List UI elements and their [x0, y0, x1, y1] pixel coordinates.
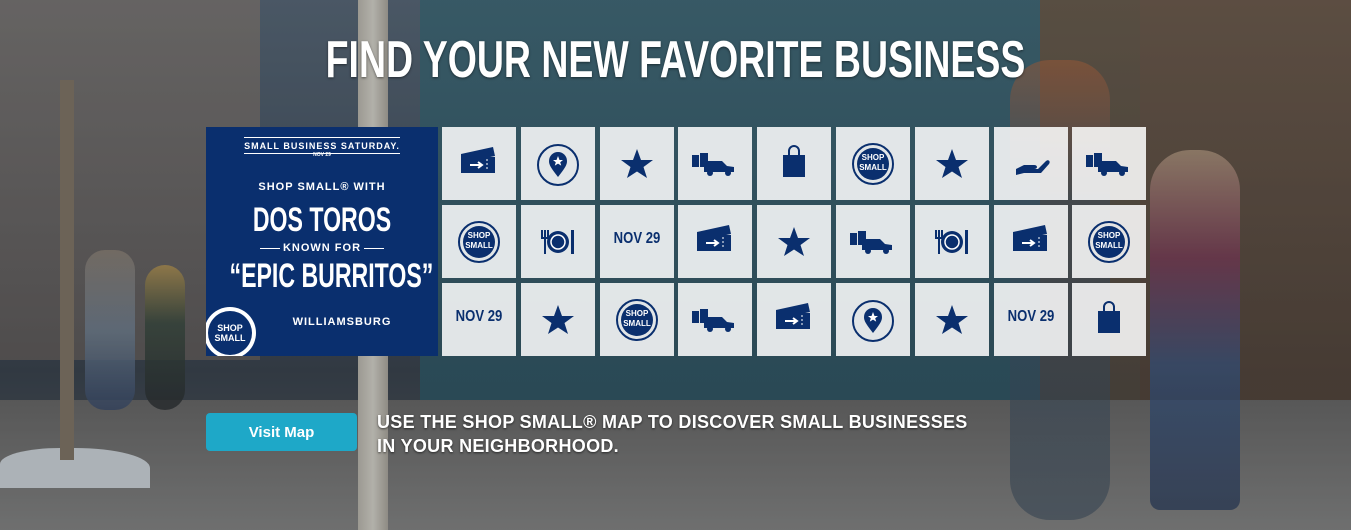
- luggage-car-tile: [1072, 127, 1146, 200]
- ticket-tile: [442, 127, 516, 200]
- star-tile: [915, 127, 989, 200]
- business-name: DOS TOROS: [252, 201, 392, 239]
- shop-small-tile: SHOP SMALL: [1072, 205, 1146, 278]
- shop-small-tagline: USE THE SHOP SMALL® MAP TO DISCOVER SMAL…: [377, 410, 1077, 458]
- star-tile: [600, 127, 674, 200]
- shopping-bag-tile: [1072, 283, 1146, 356]
- shop-small-tile: SHOP SMALL: [600, 283, 674, 356]
- shop-small-text: SMALL: [465, 241, 493, 250]
- shop-small-text: SMALL: [623, 319, 651, 328]
- shop-small-text: SHOP: [861, 153, 885, 162]
- tagline-line: USE THE SHOP SMALL® MAP TO DISCOVER SMAL…: [377, 412, 968, 432]
- tile-date-text: NOV 29: [613, 230, 661, 247]
- event-date: NOV 29: [313, 152, 331, 158]
- luggage-car-tile: [678, 283, 752, 356]
- dining-tile: [521, 205, 595, 278]
- tile-date-text: NOV 29: [455, 308, 503, 325]
- shop-small-line: SHOP SMALL® WITH: [258, 181, 386, 193]
- badge-text: SHOP: [217, 323, 243, 333]
- shop-small-tile: SHOP SMALL: [442, 205, 516, 278]
- business-location: WILLIAMSBURG: [292, 316, 392, 328]
- event-label: SMALL BUSINESS SATURDAY.: [244, 141, 400, 151]
- luggage-car-tile: [678, 127, 752, 200]
- visit-map-button[interactable]: Visit Map: [206, 413, 357, 451]
- page-headline: FIND YOUR NEW FAVORITE BUSINESS: [325, 31, 1026, 89]
- shop-small-text: SMALL: [859, 163, 887, 172]
- luggage-car-tile: [836, 205, 910, 278]
- shop-small-text: SHOP: [1097, 231, 1121, 240]
- divider: [364, 248, 384, 249]
- shopping-bag-tile: [757, 127, 831, 200]
- nov-29-tile: NOV 29: [994, 283, 1068, 356]
- ticket-tile: [994, 205, 1068, 278]
- star-tile: [521, 283, 595, 356]
- ticket-tile: [757, 283, 831, 356]
- ticket-tile: [678, 205, 752, 278]
- business-feature-card: SMALL BUSINESS SATURDAY. NOV 29 SHOP SMA…: [206, 127, 438, 356]
- known-for-label: KNOWN FOR: [282, 242, 362, 254]
- nov-29-tile: NOV 29: [442, 283, 516, 356]
- shop-small-text: SHOP: [625, 309, 649, 318]
- tile-date-text: NOV 29: [1007, 308, 1055, 325]
- map-pin-tile: [836, 283, 910, 356]
- street-scene-background: FIND YOUR NEW FAVORITE BUSINESS SMALL BU…: [0, 0, 1351, 530]
- badge-text: SMALL: [214, 333, 246, 343]
- business-favorite: “EPIC BURRITOS”: [229, 257, 434, 295]
- shop-small-text: SMALL: [1095, 241, 1123, 250]
- hand-tile: [994, 127, 1068, 200]
- star-tile: [757, 205, 831, 278]
- star-tile: [915, 283, 989, 356]
- divider: [244, 137, 400, 138]
- tagline-line: IN YOUR NEIGHBORHOOD.: [377, 436, 619, 456]
- map-pin-tile: [521, 127, 595, 200]
- shop-small-tile: SHOP SMALL: [836, 127, 910, 200]
- dining-tile: [915, 205, 989, 278]
- shop-small-text: SHOP: [467, 231, 491, 240]
- shop-small-badge: SHOP SMALL: [206, 307, 256, 356]
- nov-29-tile: NOV 29: [600, 205, 674, 278]
